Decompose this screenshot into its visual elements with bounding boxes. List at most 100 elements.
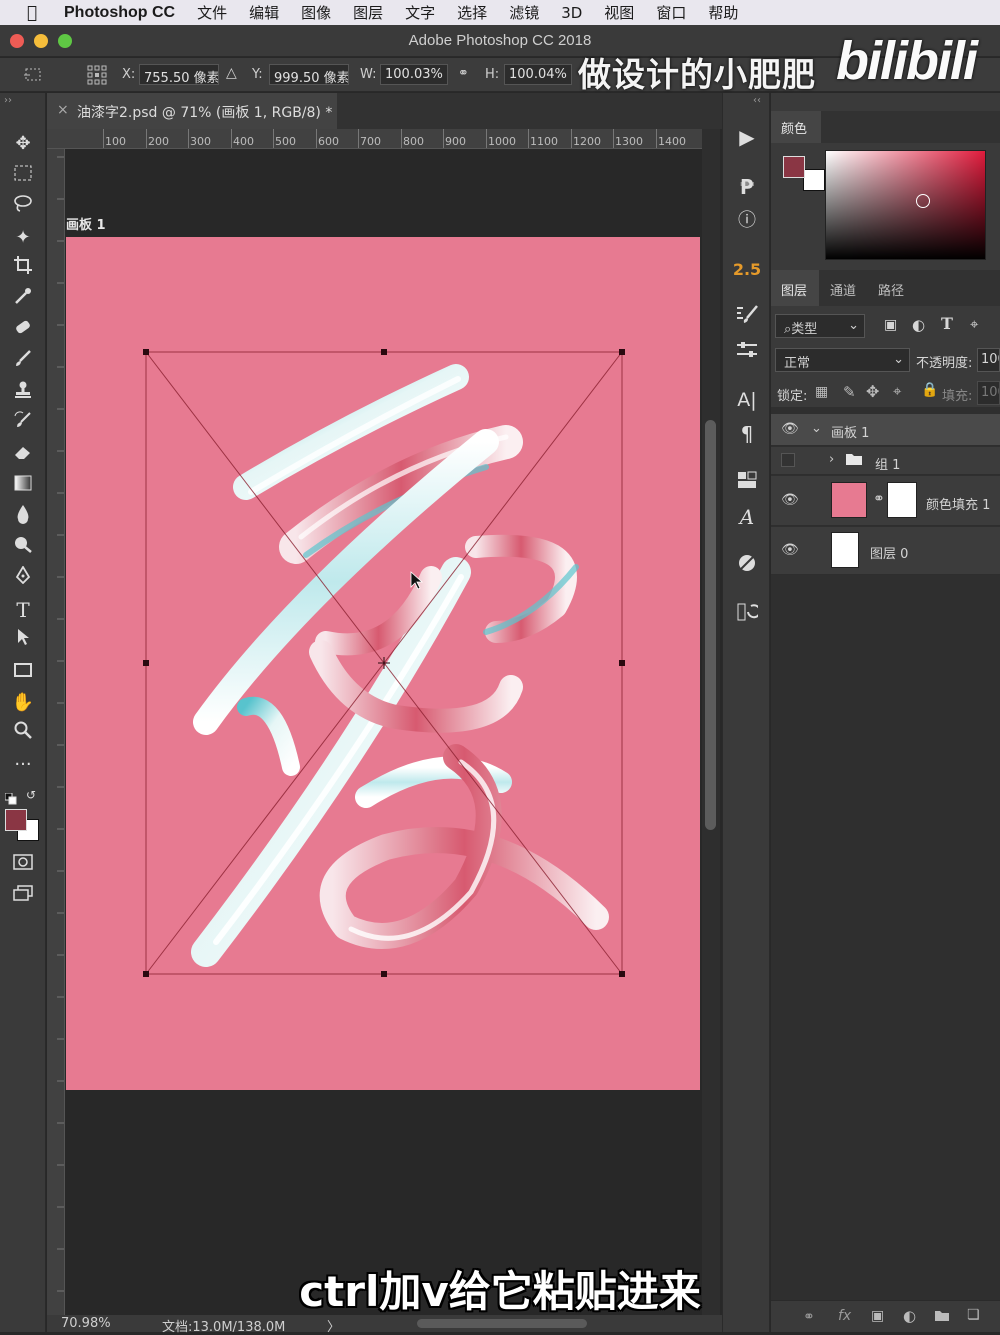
menu-layer[interactable]: 图层 <box>353 2 383 23</box>
marquee-tool-icon[interactable] <box>8 163 38 189</box>
expand-chevron-icon[interactable]: › <box>829 452 834 467</box>
menu-help[interactable]: 帮助 <box>708 2 738 23</box>
layer-row-group[interactable]: › 组 1 <box>771 447 1000 475</box>
swap-colors-icon[interactable]: ↺ <box>26 788 36 802</box>
eraser-tool-icon[interactable] <box>8 442 38 468</box>
rectangle-tool-icon[interactable] <box>8 659 38 685</box>
layer-name[interactable]: 图层 0 <box>870 543 908 562</box>
layer-row-artboard[interactable]: 👁 ⌄ 画板 1 <box>771 414 1000 446</box>
height-field[interactable]: 100.04% <box>504 64 572 85</box>
layer-name[interactable]: 画板 1 <box>831 422 869 441</box>
menu-window[interactable]: 窗口 <box>656 2 686 23</box>
y-position-field[interactable]: 999.50 像素 <box>269 64 349 85</box>
layer-thumbnail[interactable] <box>831 532 859 568</box>
paragraph-icon[interactable]: ¶ <box>732 420 762 448</box>
reference-point-icon[interactable] <box>86 64 108 86</box>
paragraph-style-icon[interactable]: ₱ <box>732 173 762 201</box>
color-picker-handle[interactable] <box>916 194 930 208</box>
brush-size-badge[interactable]: 2.5 <box>732 256 762 284</box>
mask-link-icon[interactable]: ⚭ <box>873 491 885 507</box>
visibility-eye-icon[interactable]: 👁 <box>781 492 799 508</box>
layer-filter-dropdown[interactable]: ⌕类型 ⌄ <box>775 314 865 338</box>
layer-name[interactable]: 颜色填充 1 <box>926 494 990 513</box>
gradient-tool-icon[interactable] <box>8 473 38 499</box>
healing-brush-tool-icon[interactable] <box>8 318 38 344</box>
vertical-ruler[interactable] <box>47 149 65 1315</box>
zoom-tool-icon[interactable] <box>8 721 38 747</box>
tab-channels[interactable]: 通道 <box>830 280 856 299</box>
history-icon[interactable] <box>732 601 762 629</box>
menu-filter[interactable]: 滤镜 <box>509 2 539 23</box>
glyphs-icon[interactable] <box>732 469 762 497</box>
eyedropper-tool-icon[interactable] <box>8 287 38 313</box>
clone-stamp-tool-icon[interactable] <box>8 380 38 406</box>
quick-mask-icon[interactable] <box>8 852 38 878</box>
lasso-tool-icon[interactable] <box>8 194 38 220</box>
actions-play-icon[interactable]: ▶ <box>732 123 762 151</box>
link-icon[interactable]: ⚭ <box>458 66 469 81</box>
lock-artboard-icon[interactable]: ⌖ <box>893 382 901 400</box>
character-styles-icon[interactable]: A <box>732 503 762 531</box>
menu-file[interactable]: 文件 <box>197 2 227 23</box>
tab-layers[interactable]: 图层 <box>781 280 807 299</box>
lock-all-icon[interactable]: 🔒 <box>921 382 938 398</box>
document-tab[interactable]: × 油漆字2.psd @ 71% (画板 1, RGB/8) * <box>47 93 337 129</box>
brush-tool-icon[interactable] <box>8 349 38 375</box>
visibility-eye-icon[interactable]: 👁 <box>781 542 799 558</box>
adjustments-icon[interactable] <box>732 338 762 366</box>
delta-icon[interactable]: △ <box>226 65 237 81</box>
menu-select[interactable]: 选择 <box>457 2 487 23</box>
foreground-color-swatch[interactable] <box>5 809 27 831</box>
transform-bounding-box[interactable] <box>66 237 700 1090</box>
pixel-layer-filter-icon[interactable]: ▣ <box>884 317 897 333</box>
adjustment-layer-filter-icon[interactable]: ◐ <box>912 316 925 334</box>
crop-tool-icon[interactable] <box>8 256 38 282</box>
width-field[interactable]: 100.03% <box>380 64 448 85</box>
panel-foreground-swatch[interactable] <box>783 156 805 178</box>
lock-pixels-icon[interactable]: ✎ <box>843 383 856 401</box>
visibility-eye-icon[interactable]: 👁 <box>781 421 799 437</box>
opacity-field[interactable]: 100 <box>977 348 1000 372</box>
layer-row-color-fill[interactable]: 👁 ⚭ 颜色填充 1 <box>771 476 1000 526</box>
menu-type[interactable]: 文字 <box>405 2 435 23</box>
menu-image[interactable]: 图像 <box>301 2 331 23</box>
more-tools-icon[interactable]: ··· <box>8 752 38 778</box>
collapse-strip-icon[interactable]: ‹‹ <box>753 95 761 106</box>
transform-tool-preset-icon[interactable] <box>22 65 46 85</box>
layer-row-layer0[interactable]: 👁 图层 0 <box>771 527 1000 575</box>
type-layer-filter-icon[interactable]: T <box>941 314 953 333</box>
close-tab-icon[interactable]: × <box>57 102 69 118</box>
collapse-toolbar-icon[interactable]: ›› <box>4 95 12 106</box>
pen-tool-icon[interactable] <box>8 565 38 592</box>
fill-field[interactable]: 100 <box>977 381 1000 405</box>
brush-settings-icon[interactable] <box>732 303 762 331</box>
dodge-tool-icon[interactable] <box>8 535 38 561</box>
shape-layer-filter-icon[interactable]: ⌖ <box>970 315 978 333</box>
type-tool-icon[interactable]: T <box>8 597 38 623</box>
history-brush-tool-icon[interactable] <box>8 411 38 437</box>
menu-3d[interactable]: 3D <box>561 4 582 22</box>
vertical-scrollbar-thumb[interactable] <box>705 420 716 830</box>
tab-paths[interactable]: 路径 <box>878 280 904 299</box>
artboard-label[interactable]: 画板 1 <box>66 214 106 233</box>
x-position-field[interactable]: 755.50 像素 <box>139 64 219 85</box>
default-colors-icon[interactable] <box>4 790 17 809</box>
styles-icon[interactable] <box>732 552 762 580</box>
layer-mask-thumbnail[interactable] <box>887 482 917 518</box>
path-selection-tool-icon[interactable] <box>8 628 38 654</box>
lock-position-icon[interactable]: ✥ <box>866 382 879 401</box>
info-icon[interactable]: ⓘ <box>732 207 762 235</box>
move-tool-icon[interactable]: ✥ <box>8 131 38 157</box>
horizontal-scrollbar-thumb[interactable] <box>417 1319 587 1328</box>
apple-menu-icon[interactable]:  <box>0 3 64 23</box>
panel-background-swatch[interactable] <box>803 169 825 191</box>
blend-mode-dropdown[interactable]: 正常 ⌄ <box>775 348 910 372</box>
menu-edit[interactable]: 编辑 <box>249 2 279 23</box>
screen-mode-icon[interactable] <box>8 883 38 909</box>
hand-tool-icon[interactable]: ✋ <box>8 690 38 716</box>
artboard[interactable] <box>66 237 700 1090</box>
collapse-chevron-icon[interactable]: ⌄ <box>811 421 822 436</box>
lock-transparency-icon[interactable]: ▦ <box>815 384 828 400</box>
color-spectrum-field[interactable] <box>825 150 986 260</box>
layer-name[interactable]: 组 1 <box>875 454 900 473</box>
